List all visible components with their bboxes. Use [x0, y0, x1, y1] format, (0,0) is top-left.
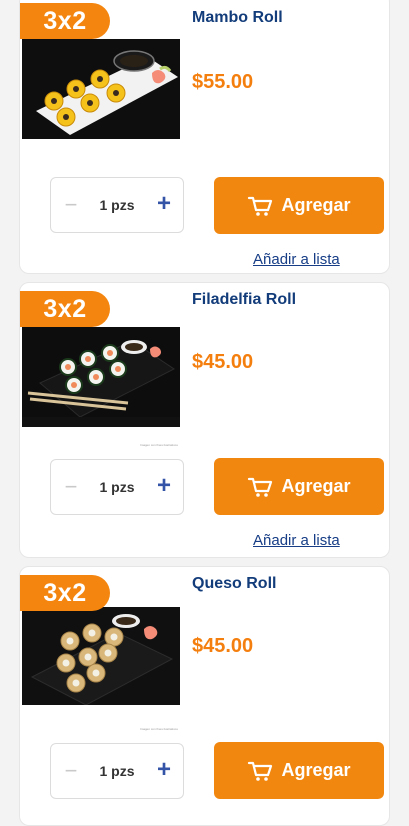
- add-to-cart-label: Agregar: [281, 476, 351, 496]
- product-name[interactable]: Filadelfia Roll: [192, 291, 296, 309]
- plus-icon[interactable]: +: [153, 474, 175, 498]
- plus-icon[interactable]: +: [153, 192, 175, 216]
- cart-icon: [247, 760, 273, 782]
- product-image[interactable]: [22, 39, 180, 139]
- product-card-mambo-roll: 3x2 Mambo Roll $55.00 − 1 pzs + Agregar …: [19, 0, 390, 274]
- minus-icon[interactable]: −: [61, 760, 81, 782]
- product-price: $55.00: [192, 71, 254, 93]
- plus-icon[interactable]: +: [153, 758, 175, 782]
- product-card-filadelfia-roll: 3x2 Imagen con fines ilustrativos Filade…: [19, 282, 390, 558]
- add-to-cart-button[interactable]: Agregar: [214, 458, 384, 515]
- quantity-value: 1 pzs: [99, 479, 135, 495]
- promo-badge: 3x2: [20, 575, 110, 611]
- add-to-cart-label: Agregar: [281, 195, 351, 215]
- quantity-stepper: − 1 pzs +: [50, 177, 184, 233]
- product-price: $45.00: [192, 351, 254, 373]
- product-name[interactable]: Queso Roll: [192, 575, 276, 593]
- cart-icon: [247, 476, 273, 498]
- product-image[interactable]: [22, 607, 180, 705]
- cart-icon: [247, 195, 273, 217]
- add-to-list-link[interactable]: Añadir a lista: [253, 251, 340, 268]
- promo-badge: 3x2: [20, 291, 110, 327]
- minus-icon[interactable]: −: [61, 194, 81, 216]
- product-image[interactable]: [22, 327, 180, 427]
- quantity-stepper: − 1 pzs +: [50, 459, 184, 515]
- image-disclaimer: Imagen con fines ilustrativos: [140, 443, 178, 447]
- product-price: $45.00: [192, 635, 254, 657]
- quantity-value: 1 pzs: [99, 197, 135, 213]
- add-to-cart-button[interactable]: Agregar: [214, 742, 384, 799]
- product-card-queso-roll: 3x2 Imagen con fines ilustrativos Queso …: [19, 566, 390, 826]
- product-name[interactable]: Mambo Roll: [192, 9, 283, 27]
- quantity-value: 1 pzs: [99, 763, 135, 779]
- promo-badge: 3x2: [20, 3, 110, 39]
- minus-icon[interactable]: −: [61, 476, 81, 498]
- add-to-cart-button[interactable]: Agregar: [214, 177, 384, 234]
- add-to-cart-label: Agregar: [281, 760, 351, 780]
- add-to-list-link[interactable]: Añadir a lista: [253, 532, 340, 549]
- quantity-stepper: − 1 pzs +: [50, 743, 184, 799]
- image-disclaimer: Imagen con fines ilustrativos: [140, 727, 178, 731]
